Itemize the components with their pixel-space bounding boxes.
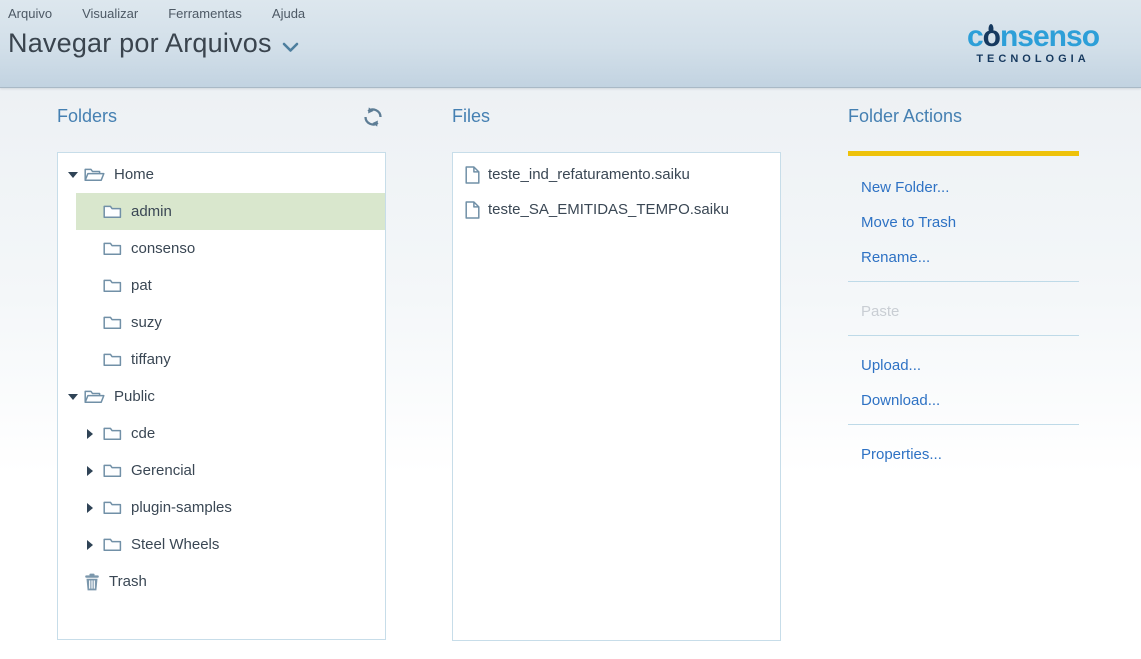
menu-item-visualizar[interactable]: Visualizar xyxy=(82,6,138,21)
folder-icon xyxy=(103,463,122,478)
folder-open-icon xyxy=(84,389,105,404)
files-panel: teste_ind_refaturamento.saiku teste_SA_E… xyxy=(452,152,781,641)
menu-item-ferramentas[interactable]: Ferramentas xyxy=(168,6,242,21)
file-item-label: teste_SA_EMITIDAS_TEMPO.saiku xyxy=(488,201,729,218)
tree-item-label: Public xyxy=(114,388,155,405)
folder-icon xyxy=(103,204,122,219)
action-upload[interactable]: Upload... xyxy=(848,348,1079,383)
file-icon xyxy=(465,201,480,219)
folder-icon xyxy=(103,537,122,552)
tree-item-label: plugin-samples xyxy=(131,499,232,516)
folder-icon xyxy=(103,241,122,256)
chevron-down-icon[interactable] xyxy=(282,42,299,53)
folder-open-icon xyxy=(84,167,105,182)
caret-down-icon[interactable] xyxy=(68,394,78,400)
tree-item-pat[interactable]: pat xyxy=(58,267,385,304)
folder-icon xyxy=(103,352,122,367)
app-root: Arquivo Visualizar Ferramentas Ajuda Navega… xyxy=(0,0,1141,659)
tree-item-tiffany[interactable]: tiffany xyxy=(58,341,385,378)
tree-item-admin[interactable]: admin xyxy=(58,193,385,230)
action-download[interactable]: Download... xyxy=(848,383,1079,418)
page-title: Navegar por Arquivos xyxy=(8,28,272,59)
caret-down-icon[interactable] xyxy=(68,172,78,178)
menu-item-arquivo[interactable]: Arquivo xyxy=(8,6,52,21)
tree-item-label: pat xyxy=(131,277,152,294)
header: Arquivo Visualizar Ferramentas Ajuda Navega… xyxy=(0,0,1141,88)
action-group: New Folder...Move to TrashRename... xyxy=(848,158,1079,282)
caret-right-icon[interactable] xyxy=(87,429,93,439)
file-item-label: teste_ind_refaturamento.saiku xyxy=(488,166,690,183)
tree-item-plugin-samples[interactable]: plugin-samples xyxy=(58,489,385,526)
action-properties[interactable]: Properties... xyxy=(848,437,1079,472)
folder-icon xyxy=(103,315,122,330)
folders-section-title: Folders xyxy=(57,106,117,127)
consenso-logo: consenso TECNOLOGIA xyxy=(955,22,1111,65)
file-item-teste-ind-refaturamento-saiku[interactable]: teste_ind_refaturamento.saiku xyxy=(453,157,780,192)
logo-word: consenso xyxy=(955,22,1111,52)
tree-item-label: Gerencial xyxy=(131,462,195,479)
tree-item-label: Trash xyxy=(109,573,147,590)
file-item-teste-sa-emitidas-tempo-saiku[interactable]: teste_SA_EMITIDAS_TEMPO.saiku xyxy=(453,192,780,227)
action-paste: Paste xyxy=(848,294,1079,329)
tree-item-steel-wheels[interactable]: Steel Wheels xyxy=(58,526,385,563)
folder-icon xyxy=(103,426,122,441)
actions-section-title: Folder Actions xyxy=(848,106,962,127)
tree-item-label: tiffany xyxy=(131,351,171,368)
tree-item-label: Home xyxy=(114,166,154,183)
tree-item-home[interactable]: Home xyxy=(58,156,385,193)
tree-item-cde[interactable]: cde xyxy=(58,415,385,452)
tree-item-label: Steel Wheels xyxy=(131,536,219,553)
content-area: Folders Home admin consenso pat suzy tif… xyxy=(0,88,1141,659)
action-group: Paste xyxy=(848,282,1079,336)
logo-subtitle: TECNOLOGIA xyxy=(955,53,1111,65)
trash-icon xyxy=(84,573,100,591)
folders-panel: Home admin consenso pat suzy tiffany Pub… xyxy=(57,152,386,640)
action-move-to-trash[interactable]: Move to Trash xyxy=(848,205,1079,240)
tree-item-label: consenso xyxy=(131,240,195,257)
menu-bar: Arquivo Visualizar Ferramentas Ajuda xyxy=(8,6,305,21)
caret-right-icon[interactable] xyxy=(87,503,93,513)
file-icon xyxy=(465,166,480,184)
action-new-folder[interactable]: New Folder... xyxy=(848,170,1079,205)
refresh-icon xyxy=(362,106,384,128)
tree-item-label: admin xyxy=(131,203,172,220)
action-rename[interactable]: Rename... xyxy=(848,240,1079,275)
folder-icon xyxy=(103,500,122,515)
tree-item-consenso[interactable]: consenso xyxy=(58,230,385,267)
tree-item-trash[interactable]: Trash xyxy=(58,563,385,600)
tree-item-gerencial[interactable]: Gerencial xyxy=(58,452,385,489)
folder-icon xyxy=(103,278,122,293)
action-group: Properties... xyxy=(848,425,1079,478)
folder-actions-list: New Folder...Move to TrashRename... Paste… xyxy=(848,158,1079,478)
tree-item-public[interactable]: Public xyxy=(58,378,385,415)
tree-item-suzy[interactable]: suzy xyxy=(58,304,385,341)
caret-right-icon[interactable] xyxy=(87,540,93,550)
caret-right-icon[interactable] xyxy=(87,466,93,476)
actions-accent-bar xyxy=(848,151,1079,156)
files-section-title: Files xyxy=(452,106,490,127)
tree-item-label: suzy xyxy=(131,314,162,331)
action-group: Upload...Download... xyxy=(848,336,1079,425)
refresh-button[interactable] xyxy=(361,106,385,130)
view-selector[interactable]: Navegar por Arquivos xyxy=(8,28,299,59)
tree-item-label: cde xyxy=(131,425,155,442)
menu-item-ajuda[interactable]: Ajuda xyxy=(272,6,305,21)
